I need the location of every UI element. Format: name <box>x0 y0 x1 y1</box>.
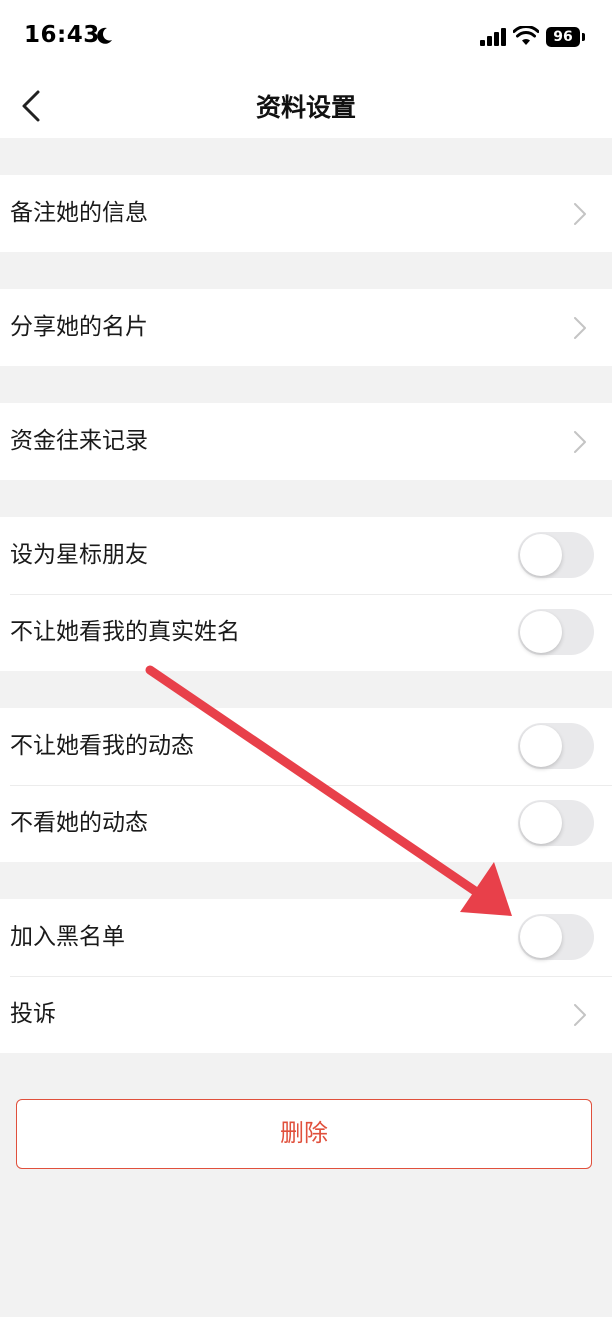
row-fund-records[interactable]: 资金往来记录 <box>0 403 612 480</box>
row-label: 设为星标朋友 <box>10 542 148 568</box>
hide-her-moments-toggle[interactable] <box>518 800 594 846</box>
row-label: 分享她的名片 <box>10 314 148 340</box>
row-label: 不让她看我的真实姓名 <box>10 619 240 645</box>
battery-tip <box>582 33 585 41</box>
settings-group: 加入黑名单 投诉 <box>0 899 612 1053</box>
row-label: 不看她的动态 <box>10 810 148 836</box>
row-hide-my-moments: 不让她看我的动态 <box>0 708 612 785</box>
star-friend-toggle[interactable] <box>518 532 594 578</box>
row-label: 不让她看我的动态 <box>10 733 194 759</box>
hide-real-name-toggle[interactable] <box>518 609 594 655</box>
chevron-right-icon <box>574 203 586 225</box>
row-label: 投诉 <box>10 1001 56 1027</box>
row-remark-info[interactable]: 备注她的信息 <box>0 175 612 252</box>
settings-group: 备注她的信息 <box>0 175 612 252</box>
navbar: 资料设置 <box>0 74 612 138</box>
signal-icon <box>480 28 506 46</box>
row-label: 加入黑名单 <box>10 924 125 950</box>
battery-level: 96 <box>553 29 573 45</box>
page-title: 资料设置 <box>255 93 356 122</box>
blacklist-toggle[interactable] <box>518 914 594 960</box>
row-hide-her-moments: 不看她的动态 <box>0 785 612 862</box>
battery-icon: 96 <box>546 27 580 47</box>
chevron-right-icon <box>574 1004 586 1026</box>
toggle-knob <box>520 916 562 958</box>
settings-group: 资金往来记录 <box>0 403 612 480</box>
settings-group: 不让她看我的动态 不看她的动态 <box>0 708 612 862</box>
toggle-knob <box>520 611 562 653</box>
toggle-knob <box>520 534 562 576</box>
row-label: 备注她的信息 <box>10 200 148 226</box>
row-complaint[interactable]: 投诉 <box>0 976 612 1053</box>
status-bar: 16:43 96 <box>0 0 612 74</box>
hide-my-moments-toggle[interactable] <box>518 723 594 769</box>
delete-button[interactable]: 删除 <box>16 1099 592 1169</box>
toggle-knob <box>520 725 562 767</box>
row-hide-real-name: 不让她看我的真实姓名 <box>0 594 612 671</box>
status-time: 16:43 <box>24 22 100 48</box>
wifi-icon <box>513 26 539 45</box>
moon-icon <box>97 27 112 44</box>
row-star-friend: 设为星标朋友 <box>0 517 612 594</box>
toggle-knob <box>520 802 562 844</box>
settings-group: 分享她的名片 <box>0 289 612 366</box>
row-label: 资金往来记录 <box>10 428 148 454</box>
chevron-right-icon <box>574 317 586 339</box>
row-share-card[interactable]: 分享她的名片 <box>0 289 612 366</box>
settings-list: 备注她的信息 分享她的名片 资金往来记录 设为星标朋友 不让她看我的真实姓名 不… <box>0 138 612 1053</box>
row-blacklist: 加入黑名单 <box>0 899 612 976</box>
chevron-right-icon <box>574 431 586 453</box>
settings-group: 设为星标朋友 不让她看我的真实姓名 <box>0 517 612 671</box>
